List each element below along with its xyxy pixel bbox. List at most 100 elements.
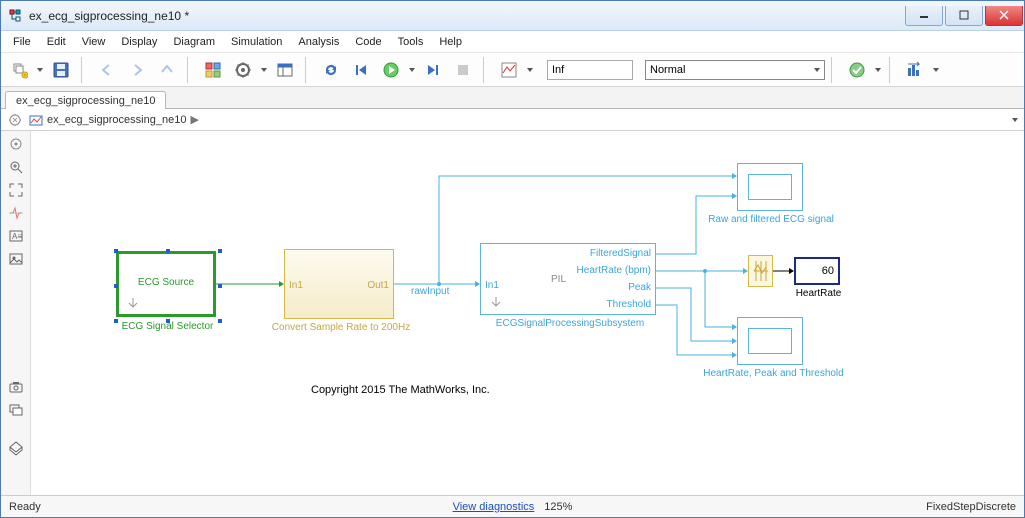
menu-help[interactable]: Help bbox=[431, 34, 470, 50]
separator bbox=[831, 57, 837, 83]
simulation-mode-value: Normal bbox=[650, 64, 685, 76]
close-button[interactable] bbox=[985, 6, 1023, 26]
block-pil-subsystem[interactable]: In1 PIL FilteredSignal HeartRate (bpm) P… bbox=[480, 243, 656, 315]
data-inspector-button[interactable] bbox=[495, 57, 523, 83]
chevron-down-icon bbox=[814, 68, 820, 72]
zoom-in-icon[interactable] bbox=[3, 156, 29, 178]
zoom-level[interactable]: 125% bbox=[544, 501, 572, 513]
model-explorer-button[interactable] bbox=[271, 57, 299, 83]
rate-transition-icon bbox=[752, 258, 770, 284]
image-icon[interactable] bbox=[3, 248, 29, 270]
copyright-text: Copyright 2015 The MathWorks, Inc. bbox=[311, 384, 490, 396]
breadcrumb-root[interactable]: ex_ecg_sigprocessing_ne10 ▶ bbox=[29, 113, 199, 127]
toolbar: Normal bbox=[1, 53, 1024, 87]
window-controls bbox=[904, 6, 1024, 26]
menu-display[interactable]: Display bbox=[113, 34, 165, 50]
arrow-down-icon bbox=[126, 297, 140, 311]
port-in1: In1 bbox=[485, 280, 499, 291]
chevron-right-icon: ▶ bbox=[190, 113, 198, 126]
display-value: 60 bbox=[822, 265, 834, 277]
port-out1: Out1 bbox=[367, 280, 389, 291]
titlebar[interactable]: ex_ecg_sigprocessing_ne10 * bbox=[1, 1, 1024, 31]
stop-time-input[interactable] bbox=[547, 60, 633, 80]
data-inspector-dropdown[interactable] bbox=[525, 68, 535, 72]
block-scope-hpt[interactable] bbox=[737, 317, 803, 365]
menu-tools[interactable]: Tools bbox=[390, 34, 432, 50]
svg-text:A≡: A≡ bbox=[12, 232, 22, 241]
viewmark-icon[interactable] bbox=[3, 399, 29, 421]
scope-screen bbox=[748, 328, 793, 353]
menu-view[interactable]: View bbox=[74, 34, 114, 50]
separator bbox=[187, 57, 193, 83]
block-text: ECG Source bbox=[118, 277, 214, 288]
model-config-dropdown[interactable] bbox=[259, 68, 269, 72]
statusbar: Ready View diagnostics 125% FixedStepDis… bbox=[1, 495, 1024, 517]
model-tab[interactable]: ex_ecg_sigprocessing_ne10 bbox=[5, 91, 166, 109]
library-browser-button[interactable] bbox=[199, 57, 227, 83]
simulation-mode-select[interactable]: Normal bbox=[645, 60, 825, 80]
block-ecg-source[interactable]: ECG Source bbox=[116, 251, 216, 317]
model-advisor-dropdown[interactable] bbox=[873, 68, 883, 72]
scope-screen bbox=[748, 174, 793, 199]
menu-file[interactable]: File bbox=[5, 34, 39, 50]
block-label-convert: Convert Sample Rate to 200Hz bbox=[266, 322, 416, 333]
run-dropdown[interactable] bbox=[407, 68, 417, 72]
window-title: ex_ecg_sigprocessing_ne10 * bbox=[29, 9, 189, 23]
new-model-button[interactable] bbox=[5, 57, 33, 83]
fit-view-icon[interactable] bbox=[3, 179, 29, 201]
signal-label-rawinput: rawInput bbox=[411, 286, 449, 297]
sample-time-icon[interactable] bbox=[3, 202, 29, 224]
screenshot-icon[interactable] bbox=[3, 376, 29, 398]
port-threshold: Threshold bbox=[607, 299, 651, 310]
new-model-dropdown[interactable] bbox=[35, 68, 45, 72]
up-button[interactable] bbox=[153, 57, 181, 83]
port-peak: Peak bbox=[628, 282, 651, 293]
block-display-heartrate[interactable]: 60 bbox=[794, 257, 840, 285]
separator bbox=[483, 57, 489, 83]
separator bbox=[81, 57, 87, 83]
step-forward-button[interactable] bbox=[419, 57, 447, 83]
canvas[interactable]: ECG Source ECG Signal Selector In1 Out1 … bbox=[31, 131, 1024, 495]
annotation-icon[interactable]: A≡ bbox=[3, 225, 29, 247]
status-ready: Ready bbox=[9, 501, 41, 513]
forward-button[interactable] bbox=[123, 57, 151, 83]
back-button[interactable] bbox=[93, 57, 121, 83]
stop-button[interactable] bbox=[449, 57, 477, 83]
menu-simulation[interactable]: Simulation bbox=[223, 34, 290, 50]
block-label-scope1: Raw and filtered ECG signal bbox=[691, 214, 851, 225]
view-diagnostics-link[interactable]: View diagnostics bbox=[453, 501, 535, 513]
port-heartrate: HeartRate (bpm) bbox=[577, 265, 651, 276]
block-label-ecg-source: ECG Signal Selector bbox=[110, 321, 225, 332]
block-rate-transition[interactable] bbox=[748, 255, 773, 287]
block-scope-raw-filtered[interactable] bbox=[737, 163, 803, 211]
toggle-perspective-icon[interactable] bbox=[3, 437, 29, 459]
block-label-pil: ECGSignalProcessingSubsystem bbox=[480, 318, 660, 329]
model-icon bbox=[29, 113, 43, 127]
minimize-button[interactable] bbox=[905, 6, 943, 26]
port-filtered: FilteredSignal bbox=[590, 248, 651, 259]
menu-code[interactable]: Code bbox=[347, 34, 389, 50]
run-button[interactable] bbox=[377, 57, 405, 83]
block-label-scope2: HeartRate, Peak and Threshold bbox=[681, 368, 866, 379]
solver-info: FixedStepDiscrete bbox=[926, 501, 1016, 513]
menu-diagram[interactable]: Diagram bbox=[165, 34, 223, 50]
model-advisor-button[interactable] bbox=[843, 57, 871, 83]
block-convert[interactable]: In1 Out1 bbox=[284, 249, 394, 319]
menu-edit[interactable]: Edit bbox=[39, 34, 74, 50]
menu-analysis[interactable]: Analysis bbox=[290, 34, 347, 50]
hide-browser-icon[interactable] bbox=[3, 133, 29, 155]
breadcrumb-dropdown[interactable] bbox=[1010, 118, 1020, 122]
tabbar: ex_ecg_sigprocessing_ne10 bbox=[1, 87, 1024, 109]
breadcrumb: ex_ecg_sigprocessing_ne10 ▶ bbox=[1, 109, 1024, 131]
build-button[interactable] bbox=[901, 57, 929, 83]
build-dropdown[interactable] bbox=[931, 68, 941, 72]
update-diagram-button[interactable] bbox=[317, 57, 345, 83]
hide-browser-button[interactable] bbox=[5, 111, 25, 129]
simulink-icon bbox=[7, 8, 23, 24]
save-button[interactable] bbox=[47, 57, 75, 83]
maximize-button[interactable] bbox=[945, 6, 983, 26]
port-in1: In1 bbox=[289, 280, 303, 291]
step-back-button[interactable] bbox=[347, 57, 375, 83]
breadcrumb-label: ex_ecg_sigprocessing_ne10 bbox=[47, 114, 186, 126]
model-config-button[interactable] bbox=[229, 57, 257, 83]
